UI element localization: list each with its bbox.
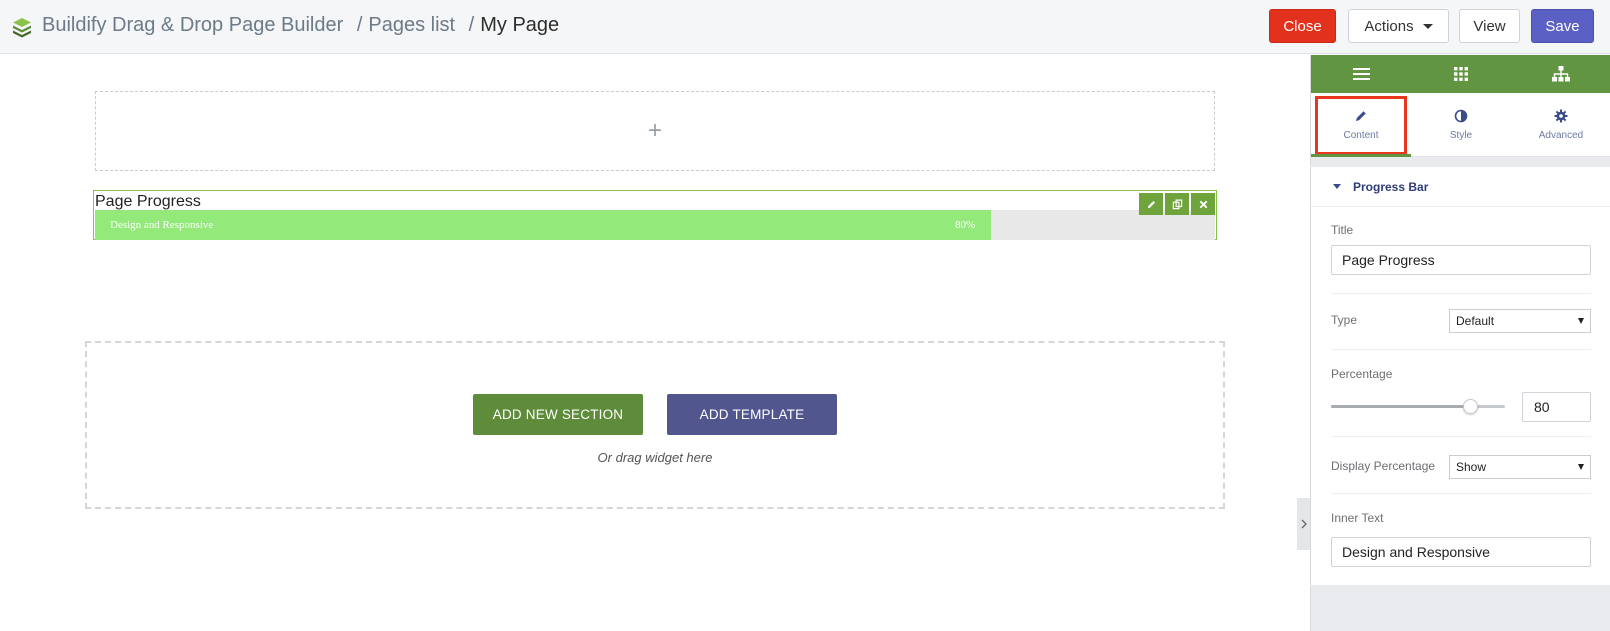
panel-tabs: Content Style Advanced: [1311, 93, 1610, 157]
view-button[interactable]: View: [1459, 9, 1520, 43]
display-percentage-value: Show: [1456, 460, 1487, 474]
add-new-section-label: ADD NEW SECTION: [492, 407, 624, 422]
slider-fill: [1331, 405, 1470, 408]
duplicate-widget-button[interactable]: [1165, 193, 1189, 215]
app-title-link[interactable]: Buildify Drag & Drop Page Builder: [42, 14, 343, 36]
inner-text-control: Inner Text Design and Responsive: [1331, 511, 1591, 567]
inner-text-label: Inner Text: [1331, 511, 1384, 525]
add-template-button[interactable]: ADD TEMPLATE: [667, 394, 837, 435]
editor-canvas: + Page Progress Design and Responsive 80…: [0, 55, 1310, 631]
buildify-logo-icon: [13, 18, 31, 38]
top-header: Buildify Drag & Drop Page Builder / Pages…: [0, 0, 1610, 54]
close-icon: [1199, 200, 1207, 208]
tab-content[interactable]: Content: [1311, 93, 1411, 157]
save-button[interactable]: Save: [1531, 9, 1594, 43]
panel-collapse-toggle[interactable]: [1297, 498, 1310, 550]
display-percentage-label: Display Percentage: [1331, 459, 1436, 473]
title-label: Title: [1331, 223, 1354, 237]
control-divider: [1331, 349, 1591, 350]
tab-advanced-label: Advanced: [1538, 130, 1584, 141]
progress-bar-track: Design and Responsive 80%: [95, 210, 1215, 240]
add-section-area: ADD NEW SECTION ADD TEMPLATE Or drag wid…: [85, 341, 1225, 509]
type-label: Type: [1331, 313, 1358, 327]
breadcrumb: Buildify Drag & Drop Page Builder / Pages…: [42, 14, 559, 37]
navigator-button[interactable]: [1511, 55, 1610, 93]
display-percentage-control: Display Percentage Show: [1331, 445, 1591, 485]
control-divider: [1331, 436, 1591, 437]
control-divider: [1331, 493, 1591, 494]
sitemap-icon: [1552, 66, 1570, 82]
copy-icon: [1172, 199, 1182, 209]
gear-icon: [1554, 109, 1568, 123]
breadcrumb-separator: /: [356, 14, 363, 36]
chevron-right-icon: [1301, 519, 1307, 529]
pencil-icon: [1147, 200, 1155, 208]
empty-section-dropzone[interactable]: +: [95, 91, 1215, 171]
section-title: Progress Bar: [1353, 179, 1429, 194]
tab-style-label: Style: [1449, 130, 1473, 141]
caret-down-icon: [1422, 23, 1433, 29]
close-button[interactable]: Close: [1269, 9, 1336, 43]
pages-list-link[interactable]: Pages list: [368, 14, 455, 36]
view-button-label: View: [1473, 17, 1506, 35]
percentage-control: Percentage 80: [1331, 367, 1591, 427]
plus-icon[interactable]: +: [648, 119, 662, 143]
progress-bar-fill: [95, 210, 991, 240]
breadcrumb-separator: /: [468, 14, 475, 36]
tab-style[interactable]: Style: [1411, 93, 1511, 156]
widgets-grid-button[interactable]: [1411, 55, 1511, 93]
slider-handle[interactable]: [1463, 399, 1478, 414]
drag-widget-hint: Or drag widget here: [597, 450, 713, 465]
percentage-input[interactable]: 80: [1522, 392, 1591, 422]
add-template-label: ADD TEMPLATE: [699, 407, 805, 422]
progress-percent-label: 80%: [955, 219, 976, 231]
progress-bar-section-toggle[interactable]: Progress Bar: [1311, 167, 1610, 207]
editor-sidebar-panel: Content Style Advanced Progress Bar Titl…: [1310, 55, 1610, 631]
current-page-title: My Page: [480, 14, 560, 36]
progress-inner-text: Design and Responsive: [110, 219, 214, 231]
menu-button[interactable]: [1311, 55, 1411, 93]
control-divider: [1331, 293, 1591, 294]
display-percentage-select[interactable]: Show: [1449, 455, 1591, 479]
percentage-label: Percentage: [1331, 367, 1393, 381]
caret-down-icon: [1333, 184, 1341, 189]
close-button-label: Close: [1283, 17, 1322, 35]
remove-widget-button[interactable]: [1191, 193, 1215, 215]
edit-widget-button[interactable]: [1139, 193, 1163, 215]
add-new-section-button[interactable]: ADD NEW SECTION: [473, 394, 643, 435]
widget-title: Page Progress: [95, 193, 201, 210]
tab-highlight-box: [1315, 96, 1407, 155]
menu-icon: [1352, 68, 1370, 80]
contrast-icon: [1454, 109, 1468, 123]
tab-advanced[interactable]: Advanced: [1511, 93, 1610, 156]
save-button-label: Save: [1545, 17, 1580, 35]
controls-list: Title Page Progress Type Default Percent…: [1311, 207, 1610, 585]
title-control: Title Page Progress: [1331, 223, 1591, 275]
actions-button-label: Actions: [1364, 17, 1414, 35]
percentage-slider[interactable]: [1331, 399, 1505, 414]
title-input[interactable]: Page Progress: [1331, 245, 1591, 275]
grid-icon: [1454, 67, 1468, 81]
select-arrow-icon: [1578, 318, 1584, 324]
widget-toolbar: [1139, 193, 1215, 215]
actions-dropdown-button[interactable]: Actions: [1348, 9, 1449, 43]
progress-bar-widget[interactable]: Page Progress Design and Responsive 80%: [93, 190, 1217, 240]
inner-text-input[interactable]: Design and Responsive: [1331, 537, 1591, 567]
type-control: Type Default: [1331, 299, 1591, 339]
panel-top-bar: [1311, 55, 1610, 93]
type-select-value: Default: [1456, 314, 1495, 328]
select-arrow-icon: [1578, 464, 1584, 470]
type-select[interactable]: Default: [1449, 309, 1591, 333]
